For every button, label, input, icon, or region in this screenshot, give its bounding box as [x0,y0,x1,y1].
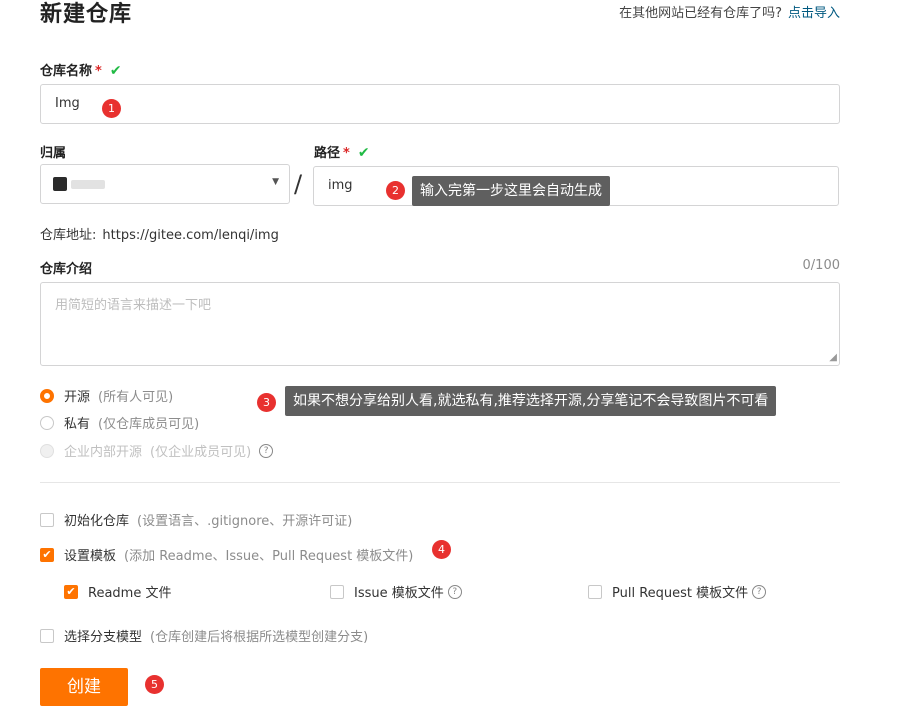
resize-handle-icon[interactable]: ◢ [829,352,837,363]
annotation-badge-5: 5 [145,675,164,694]
template-issue-label: Issue 模板文件 [354,586,444,601]
checkbox-icon[interactable] [40,628,54,643]
repo-name-input[interactable]: Img [40,84,840,124]
owner-avatar [53,177,67,191]
help-icon[interactable]: ? [259,443,274,458]
template-pr-option[interactable]: Pull Request 模板文件 ? [588,582,767,601]
checkbox-checked-icon[interactable]: ✔ [40,547,54,562]
annotation-tip-2: 输入完第一步这里会自动生成 [412,176,610,206]
help-icon[interactable]: ? [752,584,767,599]
visibility-label: 企业内部开源 [64,445,143,460]
required-mark: * [343,146,350,161]
valid-check-icon: ✔ [357,145,370,161]
template-pr-label: Pull Request 模板文件 [612,586,749,601]
page-title: 新建仓库 [40,2,133,27]
annotation-tip-3: 如果不想分享给别人看,就选私有,推荐选择开源,分享笔记不会导致图片不可看 [285,386,777,416]
repo-name-label-text: 仓库名称 [40,64,93,79]
init-repo-label: 初始化仓库 [64,514,130,529]
annotation-badge-3: 3 [257,393,276,412]
templates-option[interactable]: ✔ 设置模板 (添加 Readme、Issue、Pull Request 模板文… [40,545,413,564]
init-repo-note: (设置语言、.gitignore、开源许可证) [137,514,353,529]
import-question: 在其他网站已经有仓库了吗? [619,6,782,21]
repo-name-label: 仓库名称 * ✔ [40,60,122,79]
radio-disabled-icon [40,443,54,458]
intro-placeholder: 用简短的语言来描述一下吧 [55,298,212,313]
import-link[interactable]: 点击导入 [788,6,840,21]
intro-label: 仓库介绍 [40,262,93,277]
annotation-badge-4: 4 [432,540,451,559]
required-mark: * [95,64,102,79]
checkbox-checked-icon[interactable]: ✔ [64,584,78,599]
branch-model-note: (仓库创建后将根据所选模型创建分支) [150,630,369,645]
repo-address-label: 仓库地址: [40,228,97,243]
radio-icon[interactable] [40,415,54,430]
visibility-label: 私有 [64,417,91,432]
owner-select[interactable]: ▼ [40,164,290,204]
annotation-badge-1: 1 [102,99,121,118]
chevron-down-icon: ▼ [272,177,279,187]
radio-selected-icon[interactable] [40,388,54,403]
import-prompt: 在其他网站已经有仓库了吗? 点击导入 [619,2,840,21]
visibility-label: 开源 [64,390,91,405]
owner-label: 归属 [40,146,67,161]
path-value: img [328,178,353,193]
branch-model-option[interactable]: 选择分支模型 (仓库创建后将根据所选模型创建分支) [40,626,368,645]
path-label: 路径 * ✔ [314,142,370,161]
templates-note: (添加 Readme、Issue、Pull Request 模板文件) [124,549,414,564]
section-divider [40,482,840,483]
visibility-note: (仅仓库成员可见) [98,417,200,432]
intro-textarea[interactable]: 用简短的语言来描述一下吧 ◢ [40,282,840,366]
template-issue-option[interactable]: Issue 模板文件 ? [330,582,462,601]
valid-check-icon: ✔ [109,63,122,79]
template-readme-label: Readme 文件 [88,586,172,601]
repo-address-url: https://gitee.com/lenqi/img [102,228,279,243]
help-icon[interactable]: ? [447,584,462,599]
branch-model-label: 选择分支模型 [64,630,143,645]
intro-char-count: 0/100 [802,258,840,273]
init-repo-option[interactable]: 初始化仓库 (设置语言、.gitignore、开源许可证) [40,510,352,529]
visibility-option-public[interactable]: 开源 (所有人可见) [40,386,173,405]
repo-address: 仓库地址: https://gitee.com/lenqi/img [40,224,279,243]
templates-label: 设置模板 [64,549,117,564]
create-button[interactable]: 创建 [40,668,128,706]
template-readme-option[interactable]: ✔ Readme 文件 [64,582,171,601]
checkbox-icon[interactable] [588,584,602,599]
owner-name-redacted [71,180,105,189]
visibility-option-enterprise: 企业内部开源 (仅企业成员可见) ? [40,441,274,460]
visibility-note: (所有人可见) [98,390,174,405]
repo-name-value: Img [55,96,80,111]
path-separator: / [294,170,303,198]
checkbox-icon[interactable] [40,512,54,527]
checkbox-icon[interactable] [330,584,344,599]
path-label-text: 路径 [314,146,341,161]
annotation-badge-2: 2 [386,181,405,200]
visibility-note: (仅企业成员可见) [150,445,252,460]
visibility-option-private[interactable]: 私有 (仅仓库成员可见) [40,413,199,432]
